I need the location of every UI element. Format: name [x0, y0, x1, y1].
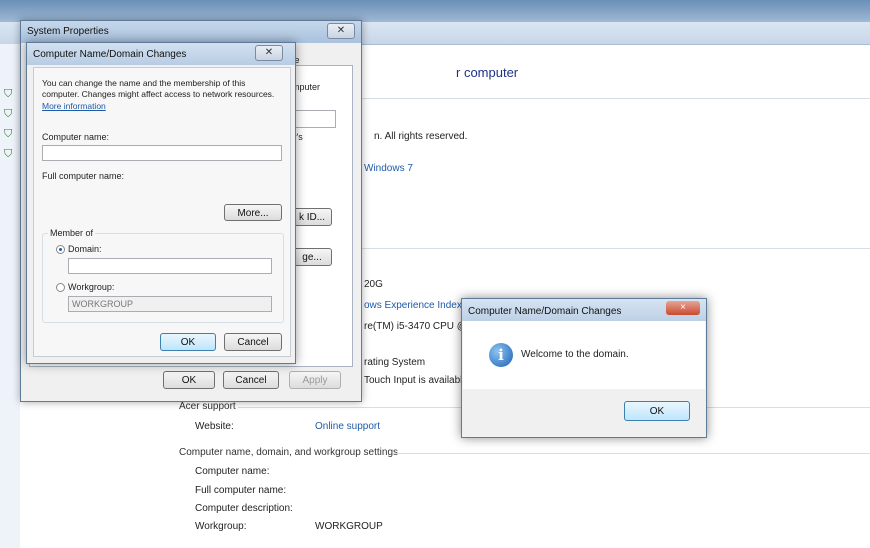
system-type-value: rating System — [364, 357, 426, 368]
message-area: i Welcome to the domain. — [463, 321, 705, 389]
computer-name-dialog-titlebar[interactable]: Computer Name/Domain Changes ✕ — [27, 43, 295, 65]
more-information-link[interactable]: More information — [42, 101, 106, 111]
acer-support-title: Acer support — [179, 401, 236, 412]
copyright-text: n. All rights reserved. — [374, 131, 468, 142]
full-computer-name-label: Full computer name: — [195, 485, 287, 496]
workgroup-label: Workgroup: — [195, 521, 247, 532]
close-icon[interactable]: × — [666, 301, 700, 315]
installed-memory-value: 20G — [364, 279, 383, 290]
background-window-titlebar — [0, 0, 870, 22]
domain-radio[interactable] — [56, 245, 65, 254]
shield-icon[interactable]: ⛉ — [4, 88, 16, 101]
processor-value: re(TM) i5-3470 CPU @ 3 — [364, 321, 476, 332]
computer-description-field[interactable] — [292, 110, 336, 128]
cancel-button[interactable]: Cancel — [223, 371, 279, 389]
divider — [330, 98, 870, 99]
computer-name-field[interactable] — [42, 145, 282, 161]
website-label: Website: — [195, 421, 234, 432]
dialog-title: Computer Name/Domain Changes — [468, 306, 622, 317]
cancel-button[interactable]: Cancel — [224, 333, 282, 351]
welcome-dialog: Computer Name/Domain Changes × i Welcome… — [461, 298, 707, 438]
network-id-button[interactable]: k ID... — [292, 208, 332, 226]
ok-button[interactable]: OK — [163, 371, 215, 389]
dialog-body: You can change the name and the membersh… — [33, 67, 291, 357]
name-settings-title: Computer name, domain, and workgroup set… — [179, 447, 399, 458]
divider — [393, 453, 870, 454]
welcome-dialog-titlebar[interactable]: Computer Name/Domain Changes × — [462, 299, 706, 321]
full-computer-name-label: Full computer name: — [42, 171, 125, 181]
shield-icon[interactable]: ⛉ — [4, 108, 16, 121]
workgroup-radio[interactable] — [56, 283, 65, 292]
computer-name-label: Computer name: — [42, 132, 110, 142]
close-icon[interactable]: ✕ — [327, 23, 355, 39]
domain-label: Domain: — [68, 244, 102, 254]
workgroup-value: WORKGROUP — [315, 521, 383, 532]
windows7-link[interactable]: Windows 7 — [364, 163, 413, 174]
close-icon[interactable]: ✕ — [255, 45, 283, 61]
workgroup-label: Workgroup: — [68, 282, 115, 292]
welcome-message: Welcome to the domain. — [521, 349, 629, 360]
domain-field[interactable] — [68, 258, 272, 274]
online-support-link[interactable]: Online support — [315, 421, 380, 432]
ok-button[interactable]: OK — [160, 333, 216, 351]
computer-description-label: Computer description: — [195, 503, 293, 514]
panel-text-computer: mputer — [292, 82, 321, 92]
computer-name-dialog: Computer Name/Domain Changes ✕ You can c… — [26, 42, 296, 364]
window-title: System Properties — [27, 26, 109, 37]
shield-icon[interactable]: ⛉ — [4, 148, 16, 161]
member-of-label: Member of — [48, 228, 96, 238]
info-icon: i — [489, 343, 513, 367]
left-navigation-pane: ⛉ ⛉ ⛉ ⛉ — [0, 44, 20, 548]
system-properties-titlebar[interactable]: System Properties ✕ — [21, 21, 361, 43]
apply-button[interactable]: Apply — [289, 371, 341, 389]
pen-touch-value: Touch Input is available — [364, 375, 468, 386]
computer-name-label: Computer name: — [195, 466, 270, 477]
ok-button[interactable]: OK — [624, 401, 690, 421]
workgroup-field[interactable]: WORKGROUP — [68, 296, 272, 312]
divider — [330, 248, 870, 249]
dialog-title: Computer Name/Domain Changes — [33, 49, 187, 60]
more-button[interactable]: More... — [224, 204, 282, 221]
shield-icon[interactable]: ⛉ — [4, 128, 16, 141]
change-button[interactable]: ge... — [292, 248, 332, 266]
page-title: r computer — [456, 65, 519, 80]
dialog-description: You can change the name and the membersh… — [42, 78, 275, 99]
experience-index-link[interactable]: ows Experience Index — [364, 300, 462, 311]
